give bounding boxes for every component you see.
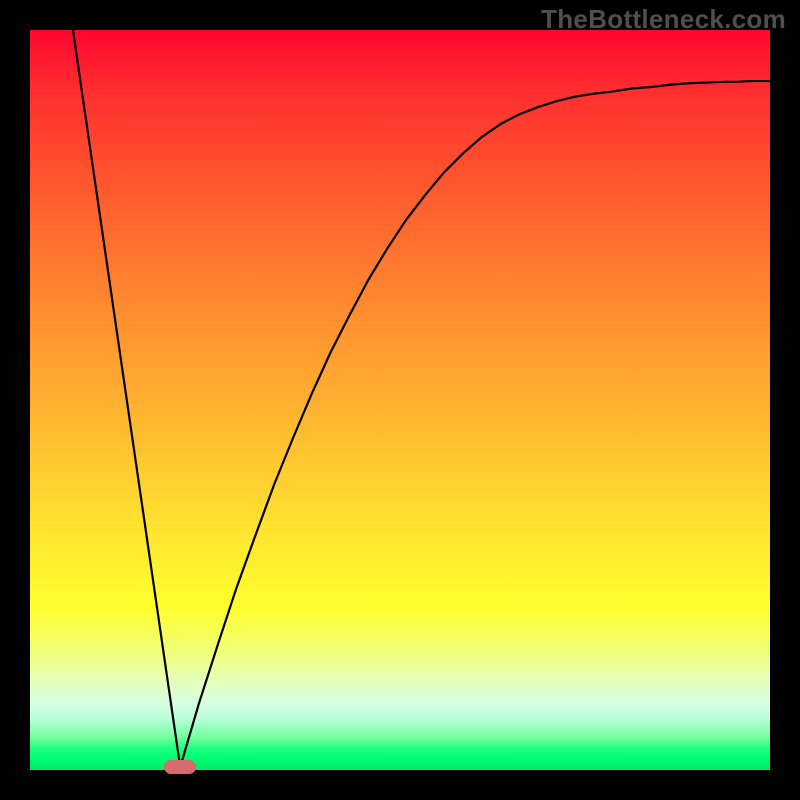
- watermark-text: TheBottleneck.com: [541, 4, 786, 35]
- optimal-point-marker: [164, 760, 196, 774]
- chart-frame: TheBottleneck.com: [0, 0, 800, 800]
- plot-gradient-area: [30, 30, 770, 770]
